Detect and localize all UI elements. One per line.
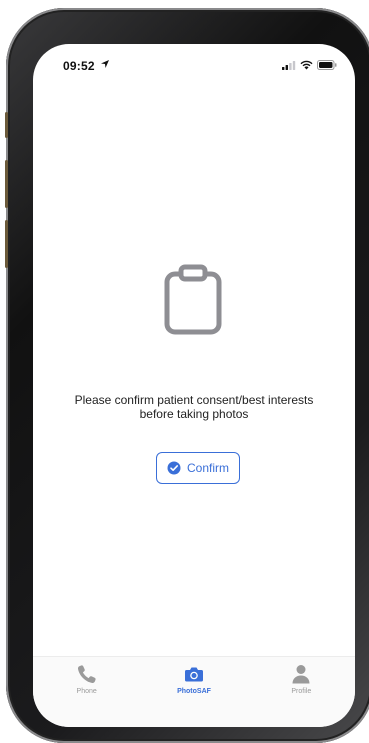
- device-mockup: 09:52 Please confirm patient consent/bes…: [0, 0, 369, 743]
- check-circle-icon: [167, 461, 181, 475]
- location-arrow-icon: [101, 60, 109, 68]
- confirm-button[interactable]: Confirm: [156, 452, 240, 484]
- clipboard-icon: [164, 264, 222, 335]
- person-icon: [292, 665, 310, 684]
- tab-profile[interactable]: Profile: [248, 657, 355, 727]
- tab-label: Profile: [291, 688, 312, 695]
- tab-photosaf[interactable]: PhotoSAF: [140, 657, 247, 727]
- camera-icon: [184, 667, 203, 682]
- side-button: [5, 220, 8, 268]
- tab-bar: Phone PhotoSAF Profile: [33, 656, 355, 727]
- wifi-icon: [300, 60, 313, 70]
- battery-icon: [317, 60, 337, 70]
- signal-icon: [282, 60, 296, 70]
- consent-panel: Please confirm patient consent/best inte…: [33, 88, 355, 656]
- tab-label: PhotoSAF: [177, 688, 211, 695]
- status-icons: [282, 60, 337, 70]
- consent-message: Please confirm patient consent/best inte…: [74, 393, 314, 421]
- tab-label: Phone: [76, 688, 97, 695]
- side-button: [5, 160, 8, 208]
- tab-phone[interactable]: Phone: [33, 657, 140, 727]
- status-time: 09:52: [63, 59, 95, 73]
- status-bar: 09:52: [33, 44, 355, 88]
- app-screen: 09:52 Please confirm patient consent/bes…: [33, 44, 355, 727]
- side-button: [5, 112, 8, 138]
- phone-icon: [77, 665, 96, 684]
- confirm-button-label: Confirm: [186, 461, 229, 475]
